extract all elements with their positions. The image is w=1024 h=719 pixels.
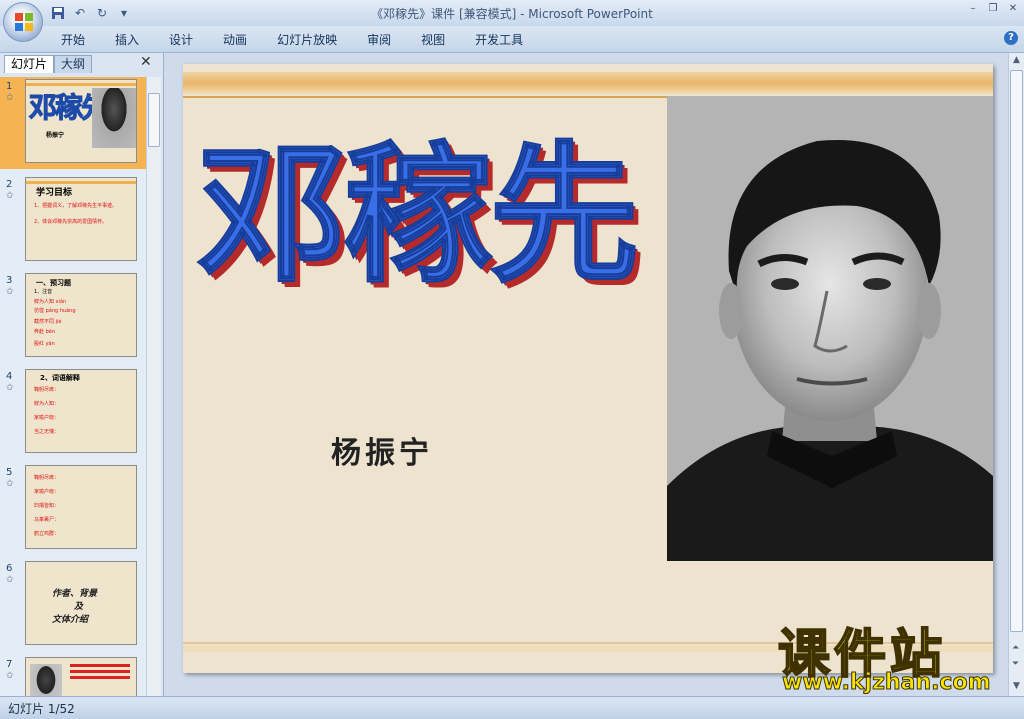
status-bar: 幻灯片 1/52: [0, 696, 1024, 719]
animation-star-icon: ✩: [6, 191, 14, 201]
thumbnail-item[interactable]: 2 ✩ 学习目标 1、把握词义，了解邓稼先生平事迹。 2、体会邓稼先崇高的爱国情…: [0, 175, 146, 267]
next-slide-icon[interactable]: ⏷: [1012, 659, 1019, 669]
thumbnail-line: 文体介绍: [52, 615, 89, 625]
tab-design[interactable]: 设计: [154, 30, 208, 50]
thumbnail-line: 截然不同 jié: [34, 319, 62, 325]
thumbnail-line: 鲜为人知 xiǎn: [34, 299, 67, 305]
thumbnail-line: 殷红 yān: [34, 341, 55, 347]
thumbnail-line: 2、体会邓稼先崇高的爱国情怀。: [34, 219, 108, 225]
animation-star-icon: ✩: [6, 671, 14, 681]
animation-star-icon: ✩: [6, 479, 14, 489]
portrait-drawing: [667, 96, 993, 561]
thumbnail-preview: 鞠躬尽瘁： 家喻户晓： 妇孺皆知： 马革裹尸： 鹤立鸡群：: [25, 465, 137, 549]
thumbnail-preview: 邓稼先 杨振宁: [25, 79, 137, 163]
ribbon-tabs: 开始 插入 设计 动画 幻灯片放映 审阅 视图 开发工具: [46, 30, 538, 50]
thumbnail-item[interactable]: 7 ✩: [0, 655, 146, 696]
tab-view[interactable]: 视图: [406, 30, 460, 50]
thumbnail-title: 学习目标: [36, 188, 73, 198]
tab-insert[interactable]: 插入: [100, 30, 154, 50]
office-button[interactable]: [3, 2, 43, 42]
minimize-icon[interactable]: –: [966, 2, 980, 16]
thumbnail-title: 作者、背景: [52, 589, 98, 599]
animation-star-icon: ✩: [6, 287, 14, 297]
thumbnail-line: 当之无愧：: [34, 429, 60, 435]
slides-panel: 幻灯片 大纲 ✕ 1 ✩ 邓稼先 杨振宁 2 ✩ 学习目标 1、把握词义，了解邓…: [0, 53, 164, 696]
thumbnail-line: 1、把握词义，了解邓稼先生平事迹。: [34, 203, 118, 209]
thumbnail-preview: 一、预习题 1、注音 鲜为人知 xiǎn 彷徨 páng huáng 截然不同 …: [25, 273, 137, 357]
thumbnail-item[interactable]: 5 ✩ 鞠躬尽瘁： 家喻户晓： 妇孺皆知： 马革裹尸： 鹤立鸡群：: [0, 463, 146, 555]
thumbnail-list: 1 ✩ 邓稼先 杨振宁 2 ✩ 学习目标 1、把握词义，了解邓稼先生平事迹。 2…: [0, 77, 146, 696]
thumbnail-line: 1、注音: [34, 289, 53, 295]
thumbnail-item[interactable]: 6 ✩ 作者、背景 及 文体介绍: [0, 559, 146, 651]
help-icon[interactable]: ?: [1004, 31, 1018, 45]
title-bar: ↶ ↻ ▾ 《邓稼先》课件 [兼容模式] - Microsoft PowerPo…: [0, 0, 1024, 26]
thumbnail-line: 鹤立鸡群：: [34, 531, 60, 537]
thumbnail-line: 家喻户晓：: [34, 415, 60, 421]
thumbnail-item[interactable]: 3 ✩ 一、预习题 1、注音 鲜为人知 xiǎn 彷徨 páng huáng 截…: [0, 271, 146, 363]
slide-scroll-thumb[interactable]: [1010, 70, 1023, 632]
thumbnail-line: 彷徨 páng huáng: [34, 308, 76, 314]
slide-title[interactable]: 邓稼先: [196, 120, 640, 310]
thumbnail-number: 3: [6, 275, 13, 286]
thumbnail-number: 4: [6, 371, 13, 382]
animation-star-icon: ✩: [6, 93, 14, 103]
tab-developer[interactable]: 开发工具: [460, 30, 538, 50]
thumbnail-number: 7: [6, 659, 13, 670]
thumbnail-line: 奔赴 bēn: [34, 329, 56, 335]
thumbnail-line: 家喻户晓：: [34, 489, 60, 495]
thumbnail-band: [26, 181, 136, 184]
tab-review[interactable]: 审阅: [352, 30, 406, 50]
thumbnail-preview: 2、词语解释 鞠躬尽瘁： 鲜为人知： 家喻户晓： 当之无愧：: [25, 369, 137, 453]
scroll-up-icon[interactable]: ▲: [1013, 55, 1020, 65]
thumbnail-text-block: [70, 676, 130, 679]
thumbnail-line: 马革裹尸：: [34, 517, 60, 523]
thumbnail-line: 妇孺皆知：: [34, 503, 60, 509]
tab-outline[interactable]: 大纲: [54, 55, 93, 73]
thumbnail-line: 杨振宁: [46, 132, 65, 139]
thumbnail-number: 2: [6, 179, 13, 190]
thumbnail-item[interactable]: 4 ✩ 2、词语解释 鞠躬尽瘁： 鲜为人知： 家喻户晓： 当之无愧：: [0, 367, 146, 459]
watermark-url: www.kjzhan.com: [782, 670, 992, 696]
slide-author[interactable]: 杨振宁: [331, 428, 433, 472]
portrait-photo[interactable]: [667, 96, 993, 561]
thumbnail-preview: 作者、背景 及 文体介绍: [25, 561, 137, 645]
thumbnail-line: 鞠躬尽瘁：: [34, 387, 60, 393]
animation-star-icon: ✩: [6, 575, 14, 585]
close-icon[interactable]: ✕: [1006, 2, 1020, 16]
top-decor-band: [183, 72, 993, 94]
slide-counter: 幻灯片 1/52: [8, 702, 75, 716]
restore-icon[interactable]: ❐: [986, 2, 1000, 16]
tab-home[interactable]: 开始: [46, 30, 100, 50]
thumbnail-number: 5: [6, 467, 13, 478]
panel-tabs: 幻灯片 大纲: [2, 55, 160, 73]
thumbnail-text-block: [70, 670, 130, 673]
thumbnail-title: 一、预习题: [36, 279, 71, 287]
thumbnail-number: 1: [6, 81, 13, 92]
thumbnail-number: 6: [6, 563, 13, 574]
ribbon: 开始 插入 设计 动画 幻灯片放映 审阅 视图 开发工具 ?: [0, 26, 1024, 53]
thumbnail-line: 鞠躬尽瘁：: [34, 475, 60, 481]
thumbnail-portrait: [30, 664, 62, 696]
thumbnail-preview: 学习目标 1、把握词义，了解邓稼先生平事迹。 2、体会邓稼先崇高的爱国情怀。: [25, 177, 137, 261]
thumbnail-text-block: [70, 664, 130, 667]
thumbnail-scrollbar[interactable]: [146, 77, 161, 696]
thumbnail-title: 2、词语解释: [40, 374, 80, 382]
thumbnail-preview: [25, 657, 137, 696]
office-logo-icon: [15, 13, 33, 31]
scroll-down-icon[interactable]: ▼: [1013, 681, 1020, 691]
close-panel-icon[interactable]: ✕: [140, 54, 152, 70]
window-controls: – ❐ ✕: [966, 2, 1020, 16]
thumbnail-scroll-thumb[interactable]: [148, 93, 160, 147]
tab-animations[interactable]: 动画: [208, 30, 262, 50]
tab-slides[interactable]: 幻灯片: [4, 55, 55, 73]
thumbnail-line: 鲜为人知：: [34, 401, 60, 407]
previous-slide-icon[interactable]: ⏶: [1012, 643, 1019, 653]
tab-slideshow[interactable]: 幻灯片放映: [262, 30, 352, 50]
thumbnail-portrait: [92, 88, 136, 148]
thumbnail-item[interactable]: 1 ✩ 邓稼先 杨振宁: [0, 77, 146, 169]
slide-canvas[interactable]: 邓稼先 杨振宁: [183, 64, 993, 673]
animation-star-icon: ✩: [6, 383, 14, 393]
thumbnail-line: 及: [74, 602, 84, 612]
window-title: 《邓稼先》课件 [兼容模式] - Microsoft PowerPoint: [371, 7, 653, 21]
